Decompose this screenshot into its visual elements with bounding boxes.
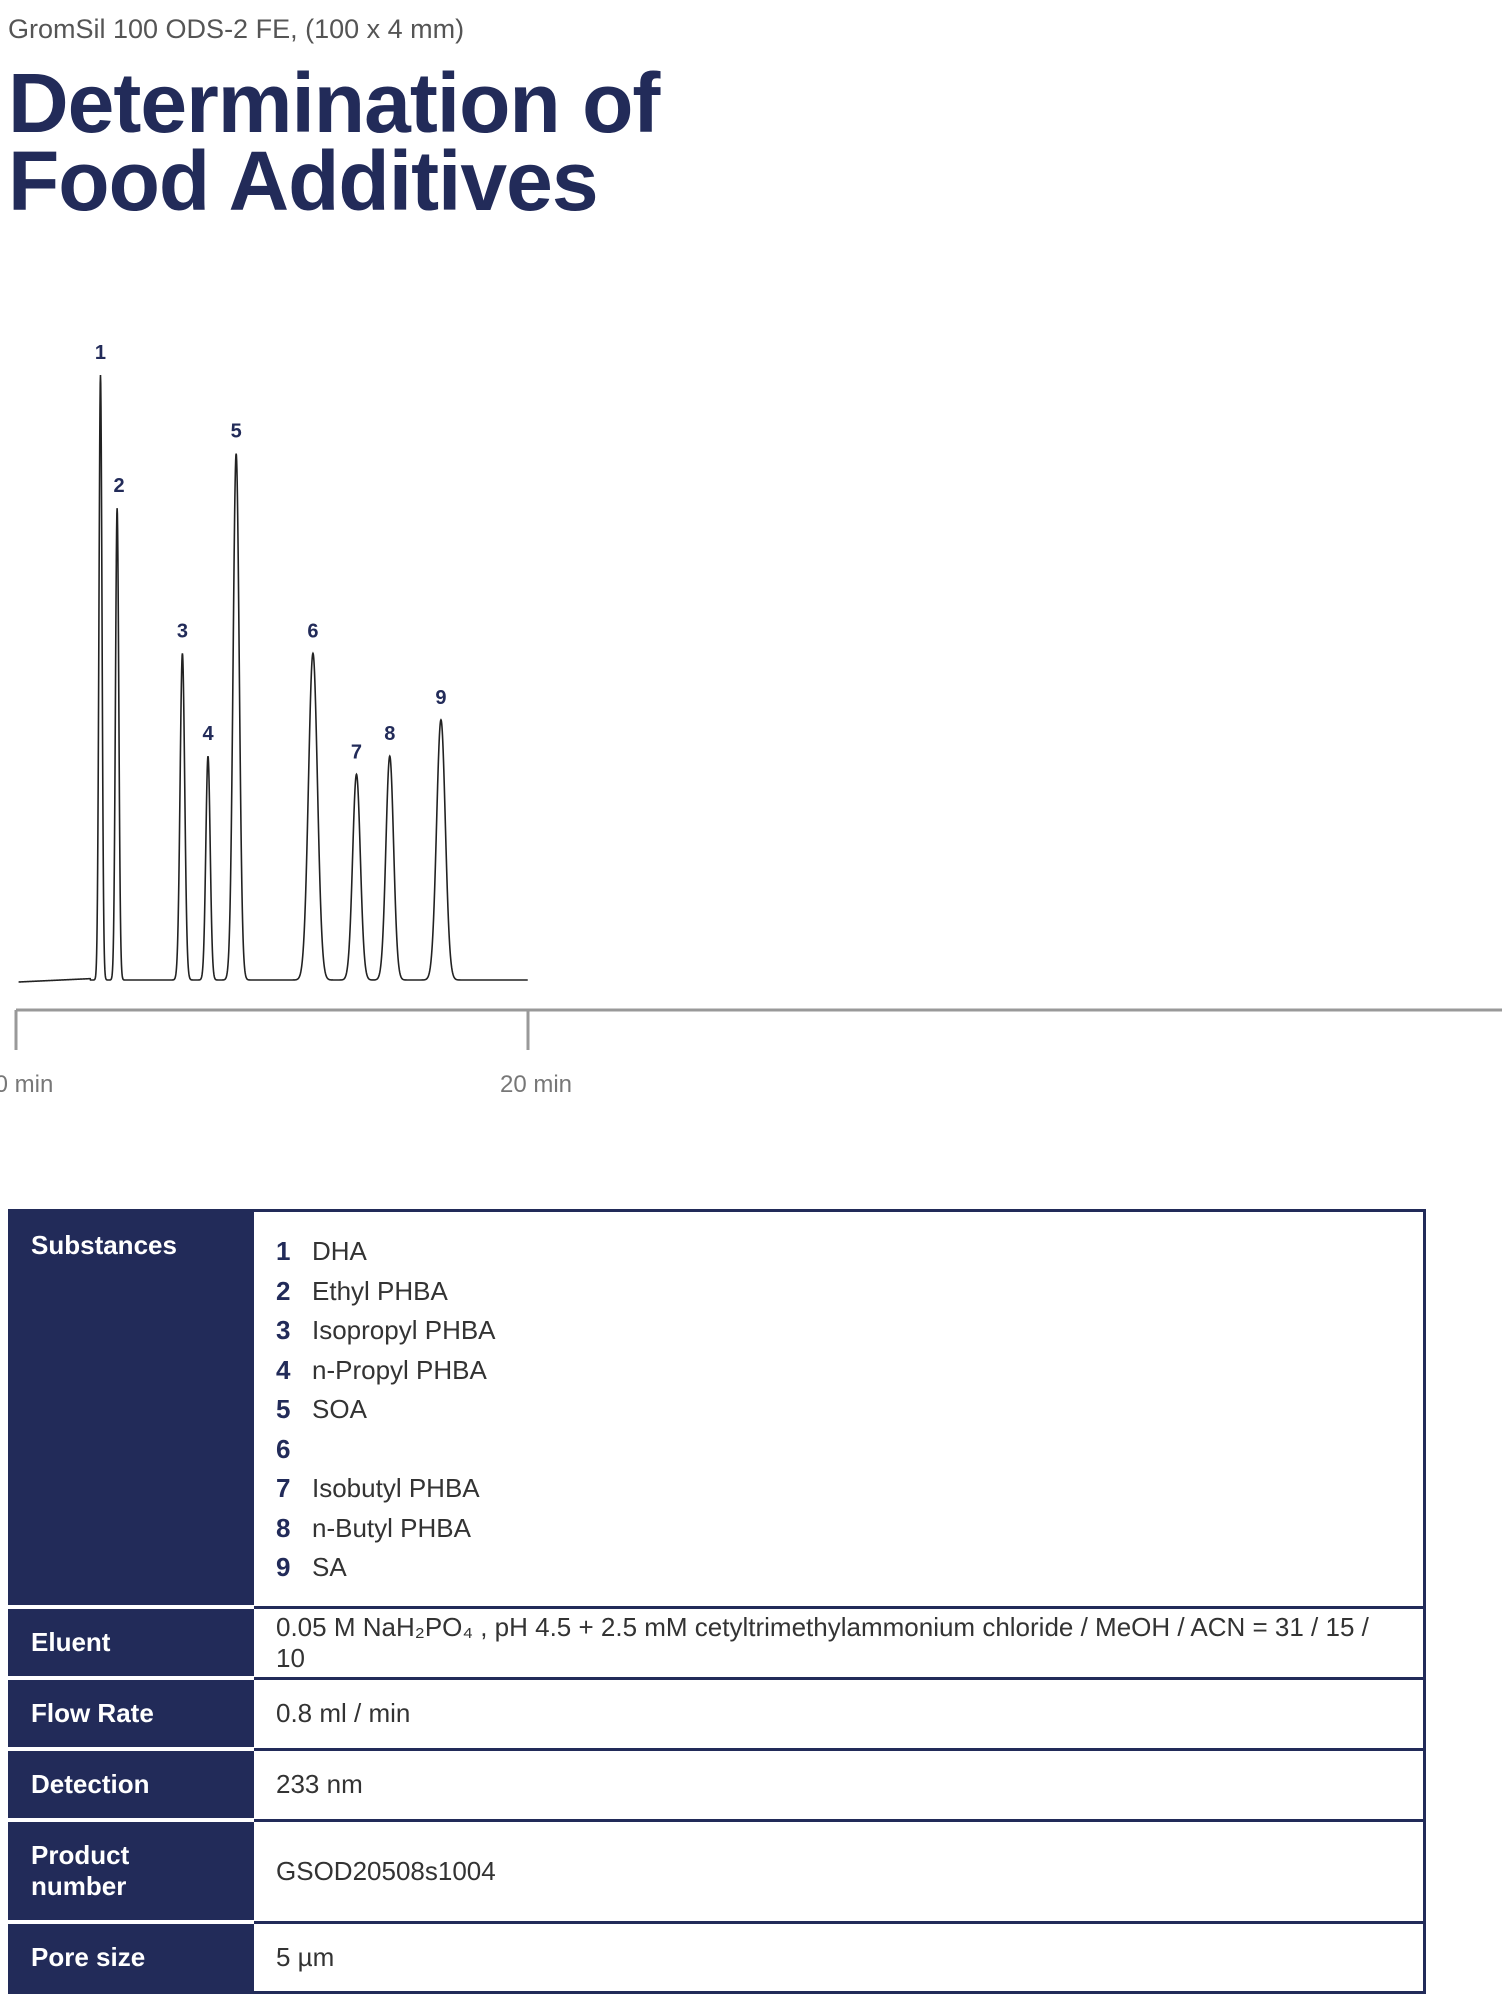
substance-name: DHA [312, 1236, 367, 1266]
peak-label: 8 [384, 723, 395, 745]
x-axis: 0 min 20 min [0, 1008, 1502, 1098]
substance-number: 1 [276, 1236, 291, 1266]
peak-label: 5 [231, 421, 242, 443]
substance-number: 7 [276, 1473, 291, 1503]
pore-size-value: 5 µm [251, 1920, 1426, 1994]
substance-item: 1 DHA [276, 1232, 1401, 1272]
method-table: Substances 1 DHA 2 Ethyl PHBA 3 Isopropyl PHB… [8, 1209, 1426, 1994]
substance-name: SOA [312, 1394, 367, 1424]
substance-name: Isopropyl PHBA [312, 1315, 496, 1345]
substances-label: Substances [8, 1209, 254, 1609]
substance-number: 5 [276, 1394, 291, 1424]
substance-name: Ethyl PHBA [312, 1275, 448, 1306]
substance-number: 2 [276, 1275, 291, 1306]
substance-number: 8 [276, 1512, 291, 1543]
peak-labels: 1 2 3 4 5 6 78 9 [95, 342, 447, 763]
substance-number: 6 [276, 1433, 291, 1464]
substance-name: Isobutyl PHBA [312, 1473, 480, 1503]
substances-list: 1 DHA 2 Ethyl PHBA 3 Isopropyl PHBA 4 n-Propyl … [276, 1232, 1401, 1588]
peak-label: 6 [307, 620, 318, 642]
substance-name: n-Propyl PHBA [312, 1354, 487, 1385]
peak-label: 1 [95, 342, 106, 364]
peak-label: 9 [435, 687, 446, 709]
peak-label: 3 [177, 620, 188, 642]
flow-rate-label: Flow Rate [8, 1676, 254, 1751]
eluent-value: 0.05 M NaH₂PO₄ , pH 4.5 + 2.5 mM cetyltr… [251, 1605, 1426, 1680]
substance-name: n-Butyl PHBA [312, 1512, 471, 1543]
product-number-label: Product number [8, 1818, 254, 1924]
pore-size-label: Pore size [8, 1920, 254, 1994]
x-tick-label: 0 min [0, 1071, 53, 1098]
substance-number: 4 [276, 1354, 291, 1385]
chromatogram-trace [18, 374, 528, 983]
substances-cell: 1 DHA 2 Ethyl PHBA 3 Isopropyl PHBA 4 n-Propyl … [251, 1209, 1426, 1609]
table-row-detection: Detection 233 nm [8, 1747, 1426, 1822]
chromatogram-chart: 0 min 20 min 1 2 3 4 5 6 78 9 [0, 342, 1502, 1098]
table-row-pore-size: Pore size 5 µm [8, 1920, 1426, 1994]
peak-label: 4 [202, 723, 214, 745]
substance-number: 3 [276, 1315, 291, 1345]
chromatogram-trace-group [18, 374, 528, 983]
eluent-label: Eluent [8, 1605, 254, 1680]
product-number-value: GSOD20508s1004 [251, 1818, 1426, 1924]
substance-item: 4 n-Propyl PHBA [276, 1351, 1401, 1391]
substance-number: 9 [276, 1552, 291, 1582]
page-title: Determination of Food Additives [8, 56, 660, 228]
substance-item: 8 n-Butyl PHBA [276, 1509, 1401, 1549]
table-row-eluent: Eluent 0.05 M NaH₂PO₄ , pH 4.5 + 2.5 mM … [8, 1605, 1426, 1680]
table-row-product-number: Product number GSOD20508s1004 [8, 1818, 1426, 1924]
substance-item: 9 SA [276, 1548, 1401, 1588]
substance-item: 2 Ethyl PHBA [276, 1272, 1401, 1312]
substance-item: 5 SOA [276, 1390, 1401, 1430]
detection-value: 233 nm [251, 1747, 1426, 1822]
page-title-line-1: Determination of [8, 56, 660, 150]
peak-label: 7 [351, 741, 362, 763]
chart-subtitle: GromSil 100 ODS-2 FE, (100 x 4 mm) [8, 14, 465, 44]
substance-item: 3 Isopropyl PHBA [276, 1311, 1401, 1351]
peak-label: 2 [114, 475, 125, 497]
substance-item: 6 [276, 1430, 1401, 1470]
table-row-substances: Substances 1 DHA 2 Ethyl PHBA 3 Isopropyl PHB… [8, 1209, 1426, 1609]
x-tick-label: 20 min [500, 1071, 572, 1098]
flow-rate-value: 0.8 ml / min [251, 1676, 1426, 1751]
detection-label: Detection [8, 1747, 254, 1822]
table-row-flow-rate: Flow Rate 0.8 ml / min [8, 1676, 1426, 1751]
substance-item: 7 Isobutyl PHBA [276, 1469, 1401, 1509]
substance-name: SA [312, 1552, 347, 1582]
page-title-line-2: Food Additives [8, 134, 599, 228]
